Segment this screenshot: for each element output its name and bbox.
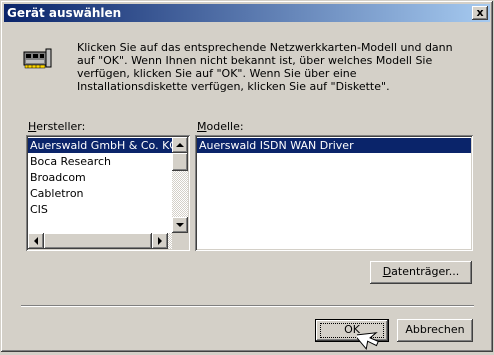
scroll-left-button[interactable] <box>28 233 44 249</box>
models-label-accel: M <box>197 120 207 133</box>
arrow-up-icon <box>176 143 184 147</box>
list-item[interactable]: Auerswald ISDN WAN Driver <box>197 138 471 153</box>
list-item[interactable]: Auerswald GmbH & Co. KG <box>28 138 178 153</box>
separator <box>21 305 474 307</box>
list-item[interactable]: Broadcom <box>28 170 172 185</box>
have-disk-label: atenträger... <box>391 265 460 278</box>
have-disk-button[interactable]: Datenträger... <box>370 261 472 284</box>
models-label: Modelle: <box>197 120 244 133</box>
focus-rectangle <box>320 323 384 338</box>
arrow-left-icon <box>34 237 38 245</box>
list-item[interactable]: CIS <box>28 202 172 217</box>
network-card-icon <box>23 48 52 69</box>
scroll-right-button[interactable] <box>152 233 168 249</box>
models-label-rest: odelle: <box>206 120 244 133</box>
vertical-scrollbar-thumb[interactable] <box>172 153 188 171</box>
close-icon: x <box>476 6 484 19</box>
scrollbar-corner <box>172 233 188 249</box>
cancel-button[interactable]: Abbrechen <box>397 319 473 342</box>
arrow-right-icon <box>158 237 162 245</box>
models-listbox[interactable]: Auerswald ISDN WAN Driver <box>195 135 473 251</box>
scroll-up-button[interactable] <box>172 137 188 153</box>
manufacturer-listbox[interactable]: Auerswald GmbH & Co. KG Boca Research Br… <box>26 135 190 251</box>
list-item[interactable]: Boca Research <box>28 154 172 169</box>
horizontal-scrollbar-thumb[interactable] <box>44 233 152 249</box>
list-item[interactable]: Cabletron <box>28 186 172 201</box>
instruction-text: Klicken Sie auf das entsprechende Netzwe… <box>77 41 453 93</box>
have-disk-accel: D <box>382 265 392 278</box>
ok-button[interactable]: OK <box>315 319 389 342</box>
close-button[interactable]: x <box>472 6 488 20</box>
manufacturer-label: Hersteller: <box>28 120 85 133</box>
cancel-label: Abbrechen <box>405 323 465 336</box>
window-title: Gerät auswählen <box>7 6 122 20</box>
arrow-down-icon <box>176 223 184 227</box>
title-bar[interactable]: Gerät auswählen x <box>4 4 490 22</box>
scroll-down-button[interactable] <box>172 217 188 233</box>
select-device-dialog: Gerät auswählen x Klicken Sie auf das en… <box>0 0 494 353</box>
manufacturer-label-rest: ersteller: <box>36 120 86 133</box>
